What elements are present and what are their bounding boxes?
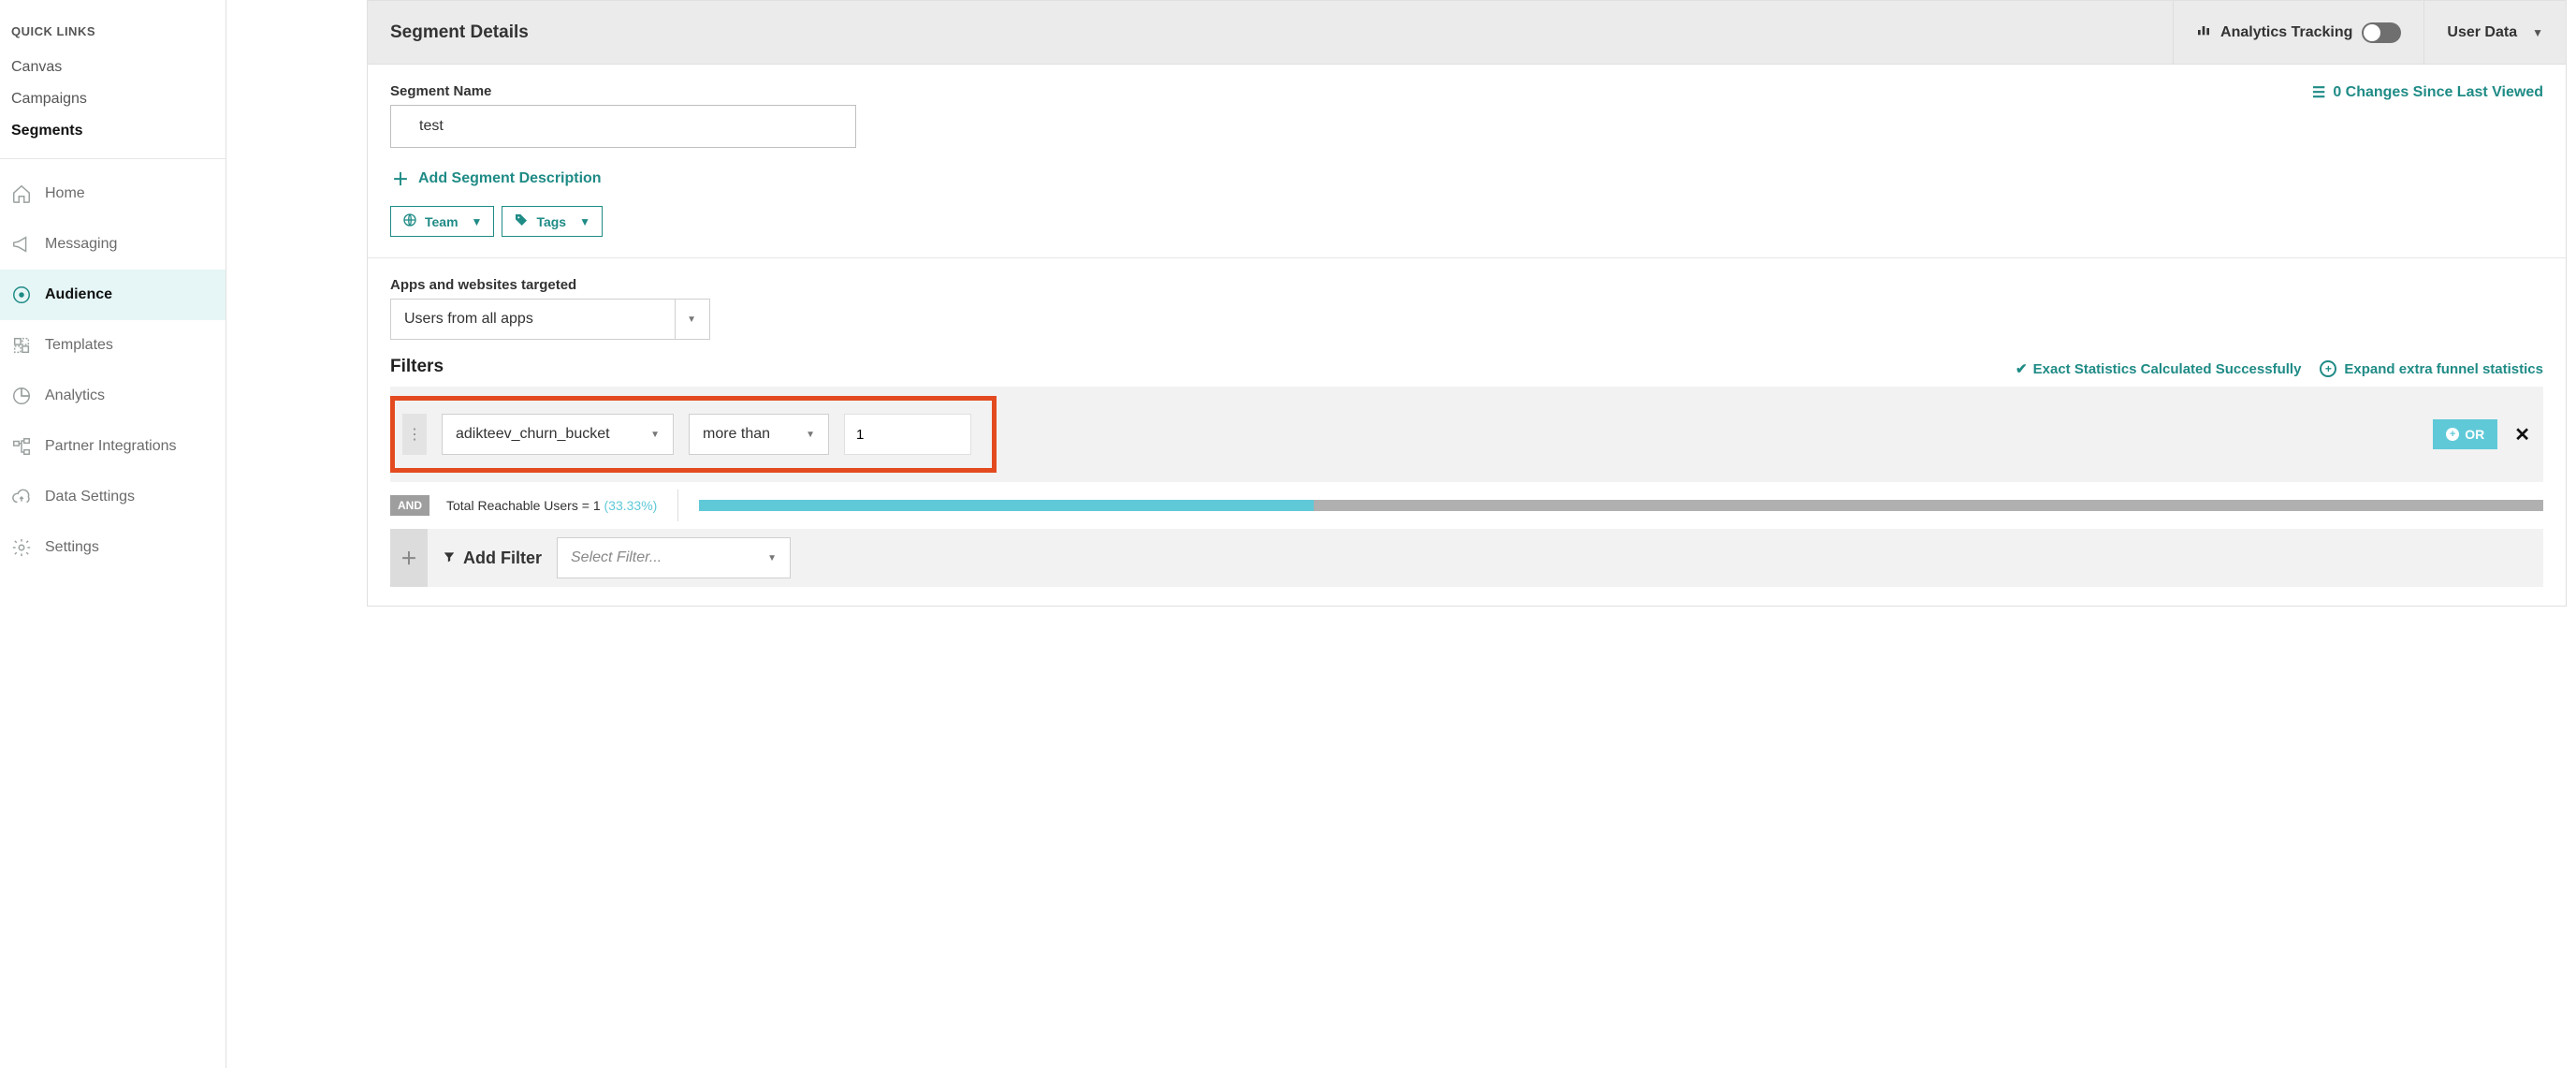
tags-dropdown[interactable]: Tags ▼ (502, 206, 603, 237)
home-icon (11, 183, 32, 204)
quick-link-canvas[interactable]: Canvas (0, 51, 226, 83)
tag-icon (514, 212, 529, 230)
changes-since-viewed-link[interactable]: ☰ 0 Changes Since Last Viewed (2312, 83, 2543, 102)
sidebar-divider (0, 158, 226, 159)
stats-status-text: Exact Statistics Calculated Successfully (2033, 361, 2302, 377)
reachable-bar-fill (699, 500, 1314, 511)
filter-operator-select[interactable]: more than ▼ (689, 414, 829, 455)
nav-label: Home (45, 185, 85, 202)
gear-icon (11, 537, 32, 558)
target-icon (11, 285, 32, 305)
list-icon: ☰ (2312, 83, 2325, 102)
filters-heading: Filters (390, 357, 444, 377)
chevron-down-icon: ▼ (687, 315, 696, 325)
and-badge: AND (390, 495, 429, 516)
piechart-icon (11, 386, 32, 406)
funnel-icon (443, 549, 456, 568)
nav-label: Settings (45, 539, 99, 556)
nav-label: Analytics (45, 388, 105, 404)
quick-links-heading: QUICK LINKS (0, 24, 226, 51)
team-dropdown[interactable]: Team ▼ (390, 206, 494, 237)
filter-value-input[interactable] (844, 414, 971, 455)
segment-panel: Segment Details Analytics Tracking User … (367, 0, 2567, 607)
user-data-dropdown[interactable]: User Data ▼ (2423, 1, 2566, 64)
nav-label: Partner Integrations (45, 438, 177, 455)
nav-audience[interactable]: Audience (0, 270, 226, 320)
user-data-label: User Data (2447, 24, 2517, 41)
nav-label: Messaging (45, 236, 117, 253)
stats-status: ✔ Exact Statistics Calculated Successful… (2016, 360, 2301, 377)
analytics-icon (2196, 22, 2211, 42)
check-icon: ✔ (2016, 360, 2028, 377)
filter-attribute-select[interactable]: adikteev_churn_bucket ▼ (442, 414, 674, 455)
add-description-label: Add Segment Description (418, 170, 602, 187)
nav-data-settings[interactable]: Data Settings (0, 472, 226, 522)
apps-targeted-value: Users from all apps (404, 311, 533, 328)
chevron-down-icon: ▼ (767, 553, 777, 563)
chevron-down-icon: ▼ (472, 215, 483, 228)
apps-targeted-select[interactable]: Users from all apps ▼ (390, 299, 710, 340)
analytics-tracking-label: Analytics Tracking (2220, 24, 2352, 41)
globe-icon (402, 212, 417, 230)
segment-name-label: Segment Name (390, 83, 856, 99)
panel-header: Segment Details Analytics Tracking User … (368, 1, 2566, 65)
filter-highlight: ⋮ adikteev_churn_bucket ▼ more than ▼ (390, 396, 997, 473)
apps-targeted-label: Apps and websites targeted (390, 277, 2543, 293)
and-connector-row: AND Total Reachable Users = 1 (33.33%) (390, 490, 2543, 521)
nav-analytics[interactable]: Analytics (0, 371, 226, 421)
chevron-down-icon: ▼ (2532, 26, 2543, 39)
segment-name-input[interactable] (390, 105, 856, 148)
tags-label: Tags (536, 214, 566, 229)
add-filter-plus-button[interactable]: ＋ (390, 529, 428, 587)
filter-attribute-value: adikteev_churn_bucket (456, 426, 610, 443)
close-icon: ✕ (2514, 425, 2530, 446)
filter-picker-placeholder: Select Filter... (571, 549, 662, 566)
cloud-refresh-icon (11, 487, 32, 507)
or-label: OR (2465, 427, 2484, 442)
nav-label: Audience (45, 286, 112, 303)
filter-row: ⋮ adikteev_churn_bucket ▼ more than ▼ (390, 387, 2543, 482)
chevron-down-icon: ▼ (579, 215, 590, 228)
nav-label: Data Settings (45, 489, 135, 505)
drag-handle[interactable]: ⋮ (402, 414, 427, 455)
sidebar: QUICK LINKS Canvas Campaigns Segments Ho… (0, 0, 226, 1068)
reachable-pct: (33.33%) (604, 498, 658, 513)
main: Segment Details Analytics Tracking User … (226, 0, 2576, 1068)
megaphone-icon (11, 234, 32, 255)
changes-text: 0 Changes Since Last Viewed (2333, 84, 2543, 101)
reachable-users-text: Total Reachable Users = 1 (33.33%) (446, 498, 657, 513)
analytics-tracking-toggle[interactable]: Analytics Tracking (2173, 1, 2423, 64)
chevron-down-icon: ▼ (806, 430, 815, 440)
nav-label: Templates (45, 337, 113, 354)
add-filter-label: Add Filter (443, 549, 542, 568)
remove-filter-button[interactable]: ✕ (2514, 423, 2530, 446)
nav-messaging[interactable]: Messaging (0, 219, 226, 270)
reachable-bar (699, 500, 2543, 511)
circle-plus-icon: + (2320, 360, 2336, 377)
filter-picker-select[interactable]: Select Filter... ▼ (557, 537, 791, 578)
toggle-switch[interactable] (2362, 22, 2401, 43)
nav-templates[interactable]: Templates (0, 320, 226, 371)
nav-home[interactable]: Home (0, 168, 226, 219)
quick-link-segments[interactable]: Segments (0, 115, 226, 147)
section-divider (368, 257, 2566, 258)
plus-icon: ＋ (392, 167, 409, 191)
or-button[interactable]: + OR (2433, 419, 2497, 449)
expand-funnel-stats-button[interactable]: + Expand extra funnel statistics (2320, 360, 2543, 377)
nav-settings[interactable]: Settings (0, 522, 226, 573)
chevron-down-icon: ▼ (650, 430, 660, 440)
team-label: Team (425, 214, 458, 229)
integrations-icon (11, 436, 32, 457)
nav-partner-integrations[interactable]: Partner Integrations (0, 421, 226, 472)
vertical-divider (677, 490, 678, 521)
template-icon (11, 335, 32, 356)
quick-link-campaigns[interactable]: Campaigns (0, 83, 226, 115)
add-segment-description-button[interactable]: ＋ Add Segment Description (390, 163, 604, 195)
expand-label: Expand extra funnel statistics (2344, 361, 2543, 377)
circle-plus-icon: + (2446, 428, 2459, 441)
panel-title: Segment Details (368, 22, 529, 43)
filter-operator-value: more than (703, 426, 770, 443)
add-filter-row: ＋ Add Filter Select Filter... ▼ (390, 529, 2543, 587)
